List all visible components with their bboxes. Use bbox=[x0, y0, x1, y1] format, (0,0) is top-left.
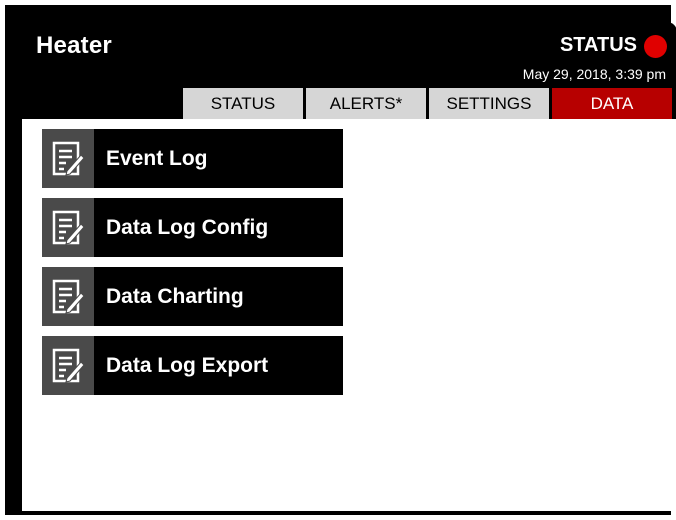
data-log-export-button[interactable]: Data Log Export bbox=[42, 336, 343, 395]
menu-label: Data Charting bbox=[106, 284, 244, 308]
status-indicator bbox=[644, 35, 667, 58]
tab-bar: STATUS ALERTS* SETTINGS DATA bbox=[183, 88, 672, 119]
hmi-screen: Heater STATUS May 29, 2018, 3:39 pm STAT… bbox=[22, 22, 676, 511]
menu-label: Data Log Config bbox=[106, 215, 269, 239]
menu-label: Event Log bbox=[106, 146, 208, 170]
datetime-display: May 29, 2018, 3:39 pm bbox=[522, 66, 666, 82]
note-edit-icon bbox=[42, 129, 94, 188]
status-label: STATUS bbox=[559, 34, 637, 56]
tab-data[interactable]: DATA bbox=[552, 88, 672, 119]
device-frame: Heater STATUS May 29, 2018, 3:39 pm STAT… bbox=[5, 5, 676, 515]
event-log-button[interactable]: Event Log bbox=[42, 129, 343, 188]
note-edit-icon bbox=[42, 198, 94, 257]
content-panel: Event Log Data Log Config Data Charting … bbox=[22, 119, 676, 511]
data-log-config-button[interactable]: Data Log Config bbox=[42, 198, 343, 257]
data-charting-button[interactable]: Data Charting bbox=[42, 267, 343, 326]
note-edit-icon bbox=[42, 267, 94, 326]
tab-alerts[interactable]: ALERTS* bbox=[306, 88, 426, 119]
tab-status[interactable]: STATUS bbox=[183, 88, 303, 119]
tab-settings[interactable]: SETTINGS bbox=[429, 88, 549, 119]
menu-label: Data Log Export bbox=[106, 353, 269, 377]
note-edit-icon bbox=[42, 336, 94, 395]
page-title: Heater bbox=[36, 32, 112, 59]
